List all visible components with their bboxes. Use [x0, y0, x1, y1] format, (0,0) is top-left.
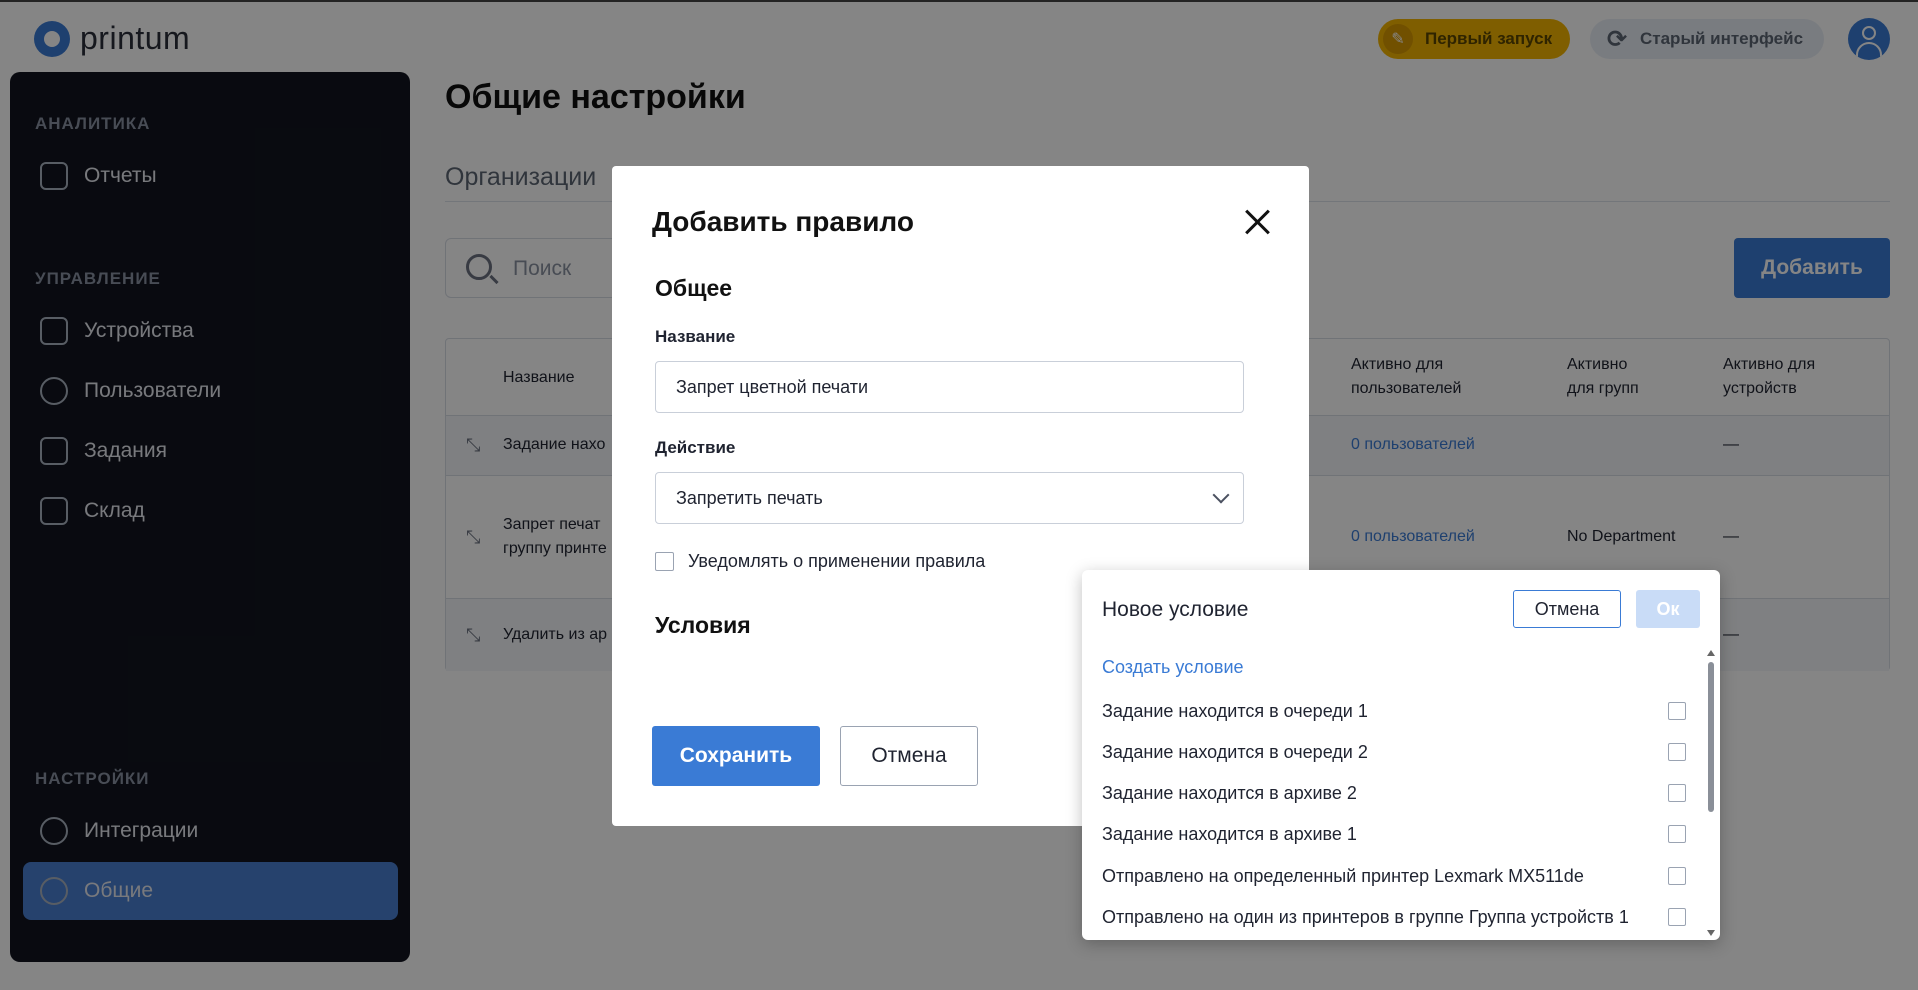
condition-checkbox[interactable] [1668, 702, 1686, 720]
notify-checkbox[interactable] [655, 552, 674, 571]
condition-label: Задание находится в архиве 1 [1102, 824, 1357, 844]
condition-item[interactable]: Задание находится в архиве 2 [1102, 773, 1686, 814]
popup-title: Новое условие [1102, 598, 1249, 621]
condition-label: Задание находится в очереди 1 [1102, 701, 1368, 721]
condition-item[interactable]: Задание находится в очереди 1 [1102, 691, 1686, 732]
action-label: Действие [655, 438, 736, 457]
scroll-down-icon[interactable] [1707, 930, 1715, 936]
condition-label: Отправлено на один из принтеров в группе… [1102, 907, 1629, 927]
condition-checkbox[interactable] [1668, 908, 1686, 926]
condition-checkbox[interactable] [1668, 867, 1686, 885]
general-heading: Общее [655, 275, 733, 301]
new-condition-popup: Новое условие Отмена Ок Создать условие … [1082, 570, 1720, 940]
condition-item[interactable]: Задание находится в архиве 1 [1102, 814, 1686, 855]
notify-label[interactable]: Уведомлять о применении правила [688, 551, 985, 572]
close-icon[interactable] [1240, 204, 1276, 240]
condition-label: Задание находится в архиве 2 [1102, 783, 1357, 803]
action-select[interactable]: Запретить печать [655, 472, 1244, 524]
condition-item[interactable]: Отправлено на определенный принтер Lexma… [1102, 856, 1686, 897]
popup-ok-button[interactable]: Ок [1636, 590, 1700, 628]
condition-checkbox[interactable] [1668, 784, 1686, 802]
save-button[interactable]: Сохранить [652, 726, 820, 786]
cancel-button[interactable]: Отмена [840, 726, 978, 786]
action-select-value: Запретить печать [676, 488, 823, 508]
name-field[interactable]: Запрет цветной печати [655, 361, 1244, 413]
popup-cancel-button[interactable]: Отмена [1513, 590, 1621, 628]
condition-checkbox[interactable] [1668, 825, 1686, 843]
conditions-heading: Условия [655, 612, 751, 638]
popup-scrollbar[interactable] [1707, 650, 1715, 936]
scroll-up-icon[interactable] [1707, 650, 1715, 656]
name-field-value: Запрет цветной печати [676, 377, 869, 397]
chevron-down-icon [1212, 486, 1230, 504]
condition-label: Задание находится в очереди 2 [1102, 742, 1368, 762]
create-condition-link[interactable]: Создать условие [1102, 657, 1244, 678]
condition-item[interactable]: Задание находится в очереди 2 [1102, 732, 1686, 773]
condition-checkbox[interactable] [1668, 743, 1686, 761]
scroll-thumb[interactable] [1708, 662, 1714, 812]
dialog-title: Добавить правило [652, 206, 914, 237]
name-label: Название [655, 327, 736, 346]
condition-item[interactable]: Отправлено на один из принтеров в группе… [1102, 897, 1686, 938]
condition-label: Отправлено на определенный принтер Lexma… [1102, 866, 1584, 886]
